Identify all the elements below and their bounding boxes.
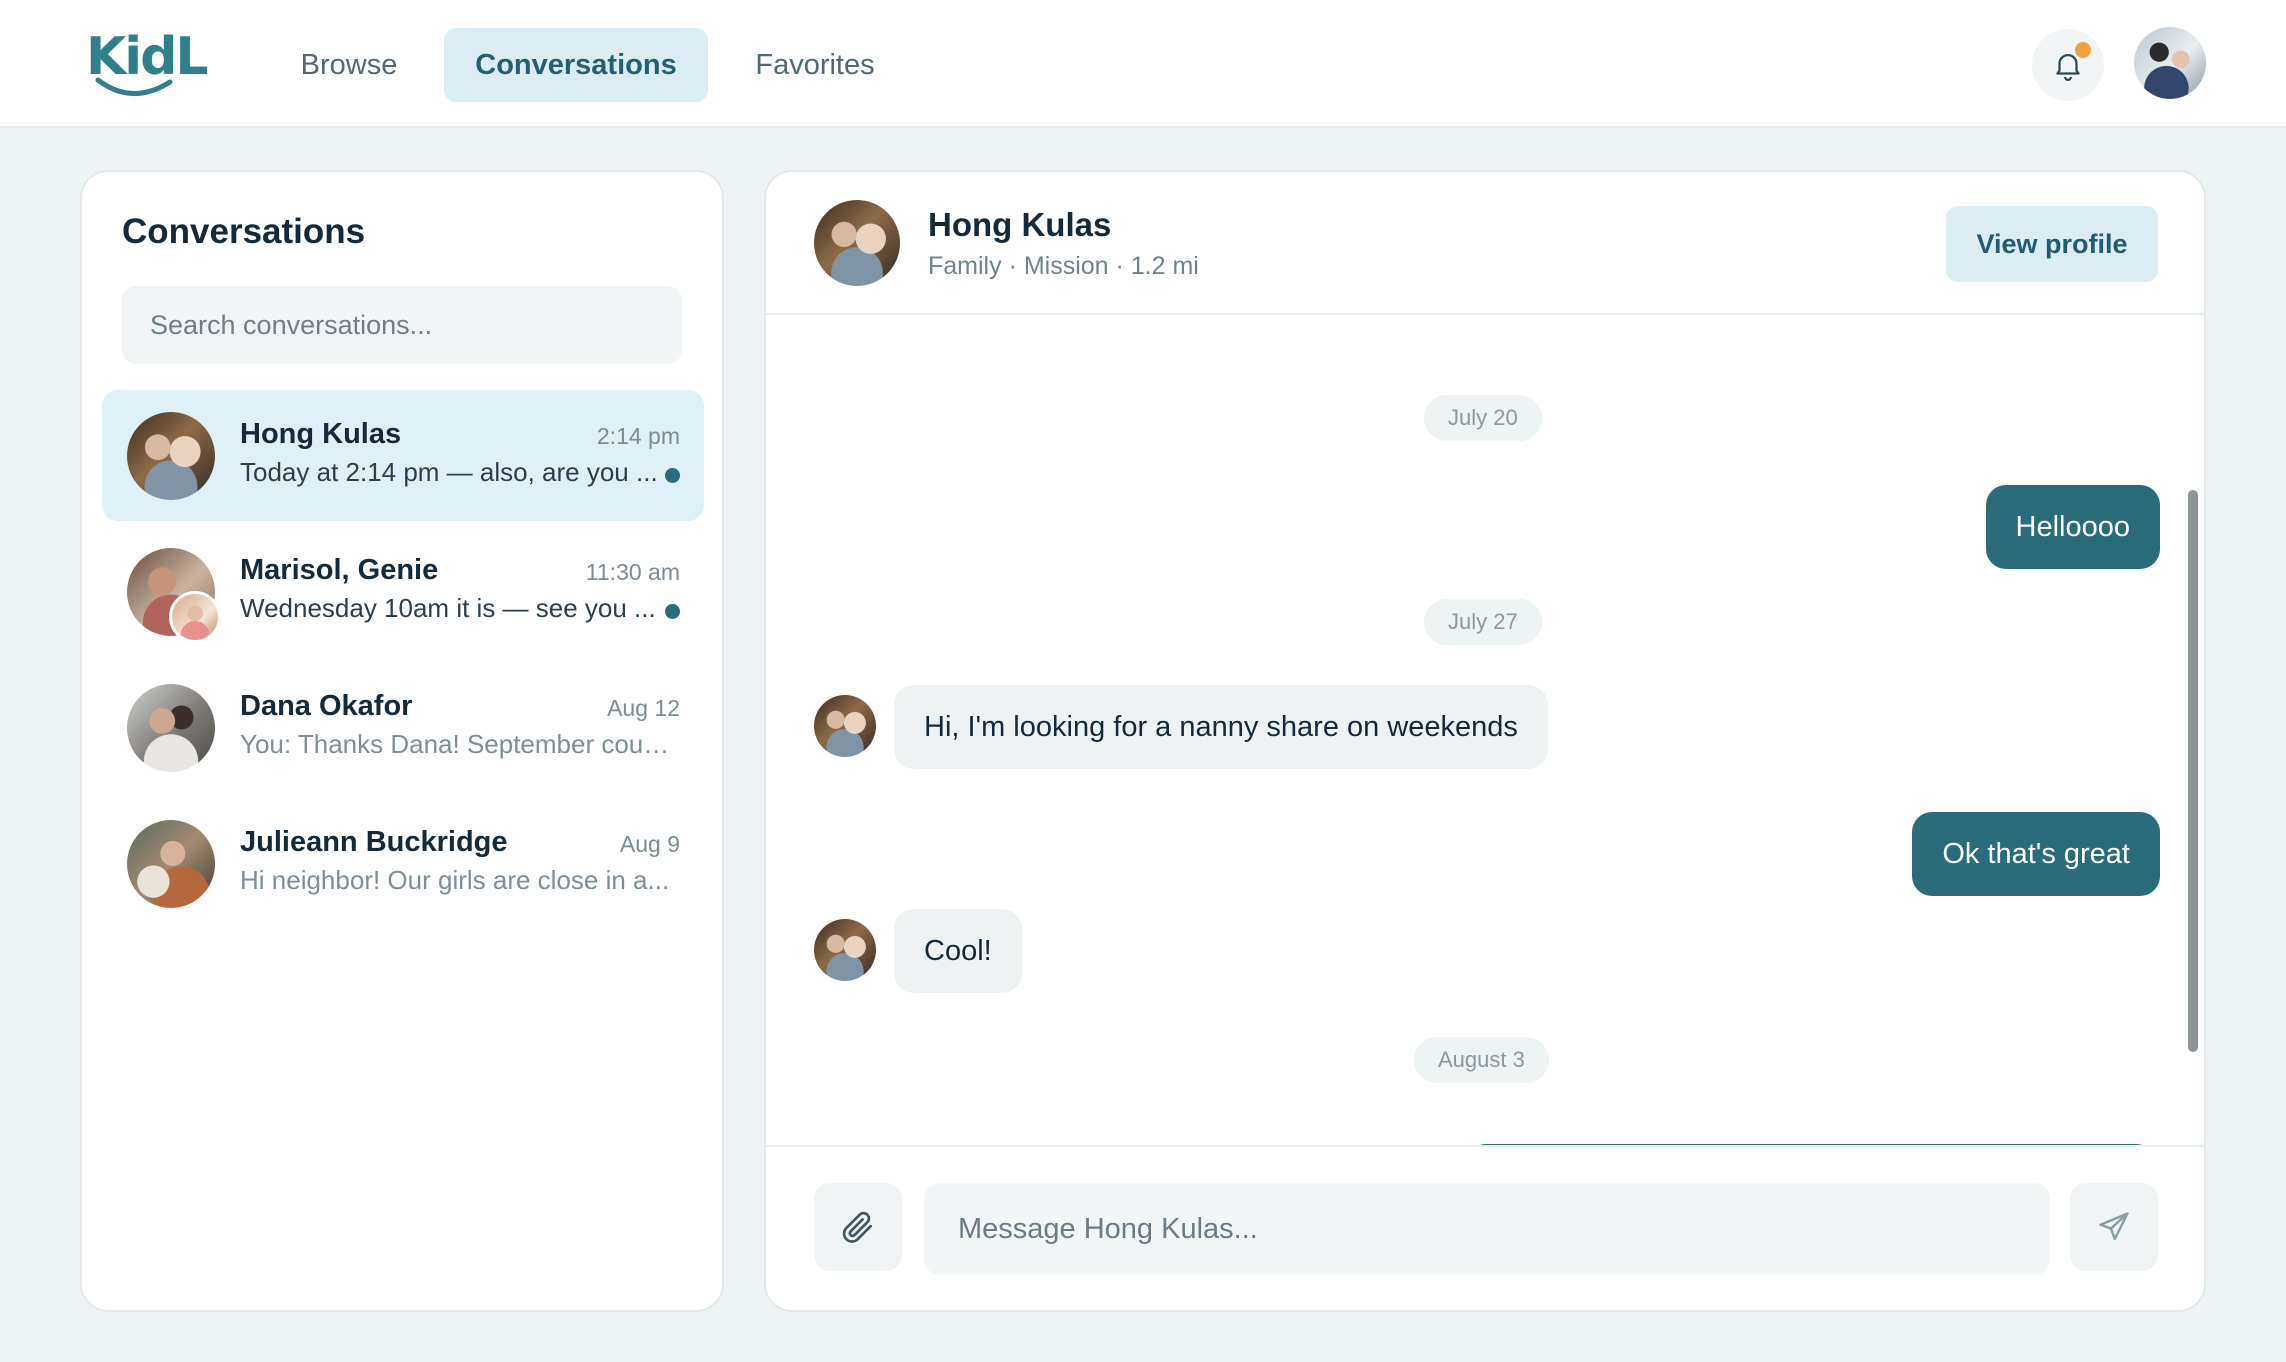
conversation-preview: You: Thanks Dana! September coul... bbox=[240, 729, 670, 759]
conversation-time: 2:14 pm bbox=[596, 423, 680, 449]
logo-smile-icon bbox=[95, 77, 173, 96]
conversation-item-marisol-genie[interactable]: Marisol, Genie 11:30 am Wednesday 10am i… bbox=[102, 526, 704, 657]
message-input[interactable] bbox=[924, 1183, 2050, 1275]
conversation-item-julieann-buckridge[interactable]: Julieann Buckridge Aug 9 Hi neighbor! Ou… bbox=[102, 798, 704, 929]
attach-button[interactable] bbox=[814, 1183, 902, 1271]
conversations-panel: Conversations Hong Kulas 2:14 pm Today a… bbox=[80, 170, 724, 1312]
date-separator: July 27 bbox=[1424, 599, 1542, 645]
nav-favorites[interactable]: Favorites bbox=[724, 28, 906, 102]
send-icon bbox=[2099, 1212, 2129, 1241]
conversation-preview: Hi neighbor! Our girls are close in a... bbox=[240, 865, 670, 895]
conversation-name: Hong Kulas bbox=[240, 418, 402, 450]
conversation-time: Aug 9 bbox=[619, 831, 680, 857]
avatar bbox=[127, 820, 215, 908]
outgoing-message: Helloooo bbox=[1985, 485, 2160, 569]
unread-indicator bbox=[665, 604, 680, 619]
secondary-avatar bbox=[169, 591, 221, 643]
search-conversations-input[interactable] bbox=[122, 286, 682, 364]
message-composer bbox=[766, 1145, 2204, 1310]
outgoing-message: Ok that's great bbox=[1912, 812, 2160, 896]
conversation-name: Marisol, Genie bbox=[240, 554, 439, 586]
contact-avatar[interactable] bbox=[814, 200, 900, 286]
view-profile-button[interactable]: View profile bbox=[1946, 206, 2158, 282]
conversation-time: 11:30 am bbox=[585, 559, 680, 585]
date-separator: July 20 bbox=[1424, 395, 1542, 441]
paperclip-icon bbox=[842, 1211, 873, 1243]
conversation-name: Dana Okafor bbox=[240, 690, 413, 722]
chat-header: Hong Kulas Family · Mission · 1.2 mi Vie… bbox=[766, 172, 2204, 315]
notifications-button[interactable] bbox=[2032, 29, 2104, 101]
top-navigation-bar: KidL Browse Conversations Favorites bbox=[0, 0, 2286, 128]
avatar bbox=[127, 684, 215, 772]
conversation-name: Julieann Buckridge bbox=[240, 826, 508, 858]
contact-name: Hong Kulas bbox=[928, 206, 1112, 243]
nav-browse[interactable]: Browse bbox=[270, 28, 428, 102]
messages-scrollbar[interactable] bbox=[2188, 490, 2198, 1052]
message-avatar bbox=[814, 919, 876, 981]
conversation-list: Hong Kulas 2:14 pm Today at 2:14 pm — al… bbox=[102, 390, 704, 934]
nav-conversations[interactable]: Conversations bbox=[444, 28, 708, 102]
conversation-time: Aug 12 bbox=[607, 695, 680, 721]
conversation-preview: Today at 2:14 pm — also, are you ... bbox=[240, 457, 658, 487]
kidl-logo[interactable]: KidL bbox=[86, 28, 208, 100]
send-button[interactable] bbox=[2070, 1183, 2158, 1271]
conversation-item-dana-okafor[interactable]: Dana Okafor Aug 12 You: Thanks Dana! Sep… bbox=[102, 662, 704, 793]
avatar bbox=[127, 412, 215, 500]
date-separator: August 3 bbox=[1414, 1037, 1549, 1083]
notification-dot bbox=[2075, 42, 2091, 58]
contact-meta: Family · Mission · 1.2 mi bbox=[928, 252, 1199, 280]
incoming-message: Cool! bbox=[894, 909, 1022, 993]
panel-title: Conversations bbox=[122, 212, 366, 251]
chat-panel: Hong Kulas Family · Mission · 1.2 mi Vie… bbox=[764, 170, 2206, 1312]
conversation-preview: Wednesday 10am it is — see you ... bbox=[240, 593, 656, 623]
unread-indicator bbox=[665, 468, 680, 483]
incoming-message: Hi, I'm looking for a nanny share on wee… bbox=[894, 685, 1548, 769]
message-avatar bbox=[814, 695, 876, 757]
conversation-item-hong-kulas[interactable]: Hong Kulas 2:14 pm Today at 2:14 pm — al… bbox=[102, 390, 704, 521]
user-avatar[interactable] bbox=[2134, 27, 2206, 99]
